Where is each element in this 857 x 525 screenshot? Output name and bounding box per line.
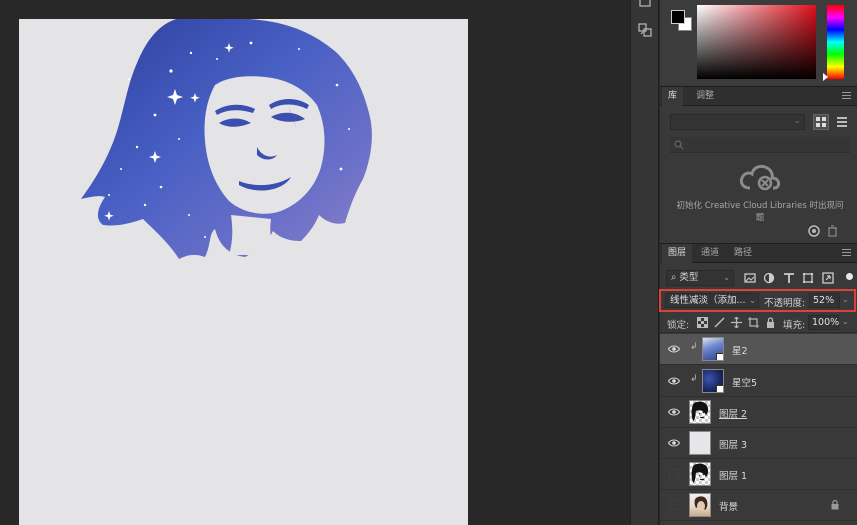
foreground-color-swatch[interactable] <box>671 10 685 24</box>
color-panel <box>660 0 857 84</box>
layer-row[interactable]: 图层 3 <box>660 428 857 459</box>
layer-thumbnail <box>689 431 711 455</box>
opacity-input[interactable]: 52% <box>809 293 840 308</box>
smart-object-badge-icon <box>716 353 723 360</box>
layer-thumbnail <box>689 493 711 517</box>
visibility-eye-icon[interactable] <box>668 438 680 448</box>
tab-layers[interactable]: 图层 <box>662 244 693 263</box>
layer-name: 背景 <box>719 502 739 513</box>
tab-libraries[interactable]: 库 <box>662 87 684 106</box>
lock-artboard-icon[interactable] <box>748 317 759 328</box>
layer-name: 图层 2 <box>719 409 748 420</box>
lock-fill-row: 锁定: 填充: 100% ⌄ <box>660 313 857 333</box>
visibility-eye-icon[interactable] <box>668 376 680 386</box>
blend-mode-select[interactable]: 线性减淡（添加... ⌄ <box>665 293 759 308</box>
fill-slider-toggle[interactable]: ⌄ <box>842 315 849 329</box>
smart-object-badge-icon <box>716 385 723 392</box>
list-view-icon[interactable] <box>834 114 850 130</box>
creative-cloud-icon <box>739 164 781 191</box>
properties-panel-icon[interactable] <box>635 20 655 40</box>
visibility-toggle-off[interactable] <box>669 469 679 479</box>
layer-row[interactable]: 背景 <box>660 490 857 521</box>
library-error-message: 初始化 Creative Cloud Libraries 时出现问题 <box>676 201 844 223</box>
opacity-slider-toggle[interactable]: ⌄ <box>842 293 852 308</box>
adjustment-layer-filter-icon[interactable] <box>763 272 775 284</box>
search-icon: ⌕ <box>671 272 677 283</box>
clipping-mask-arrow-icon: ↲ <box>690 374 698 384</box>
trash-icon[interactable] <box>827 225 838 237</box>
collapsed-panel-strip <box>630 0 659 525</box>
tab-paths[interactable]: 路径 <box>728 244 758 263</box>
layer-thumbnail <box>702 369 724 393</box>
lock-position-icon[interactable] <box>731 317 742 328</box>
blend-opacity-row: 线性减淡（添加... ⌄ 不透明度: 52% ⌄ <box>659 289 856 312</box>
library-select[interactable]: ⌄ <box>670 114 805 130</box>
search-icon <box>674 140 684 150</box>
panel-menu-icon[interactable] <box>842 92 851 100</box>
layer-row[interactable]: ↲ 星空5 <box>660 366 857 397</box>
layer-thumbnail <box>702 337 724 361</box>
tab-channels[interactable]: 通道 <box>695 244 725 263</box>
lock-all-icon[interactable] <box>765 317 776 328</box>
visibility-toggle-off[interactable] <box>669 500 679 510</box>
cc-sync-icon[interactable] <box>807 224 821 238</box>
shape-layer-filter-icon[interactable] <box>802 272 814 284</box>
type-layer-filter-icon[interactable] <box>783 272 795 284</box>
layer-row[interactable]: 图层 2 <box>660 397 857 428</box>
neck-highlight <box>229 215 277 255</box>
layer-name: 星空5 <box>732 378 758 389</box>
layer-row[interactable]: 图层 1 <box>660 459 857 490</box>
panel-menu-icon[interactable] <box>842 249 851 257</box>
fill-input[interactable]: 100% <box>808 315 839 330</box>
document-canvas[interactable] <box>19 19 468 525</box>
layer-locked-icon <box>831 500 839 510</box>
library-panel-tabbar: 库 调整 <box>660 86 857 106</box>
hue-slider-marker[interactable] <box>823 73 828 81</box>
library-search-input[interactable] <box>670 137 850 153</box>
panel-dock: 库 调整 ⌄ 初始化 Creative Cloud Libraries 时出现问… <box>659 0 857 525</box>
lock-image-pixels-icon[interactable] <box>714 317 725 328</box>
layer-name: 图层 3 <box>719 440 748 451</box>
galaxy-portrait-image <box>81 19 372 259</box>
visibility-eye-icon[interactable] <box>668 407 680 417</box>
lock-label: 锁定: <box>667 320 690 331</box>
library-footer <box>807 224 847 238</box>
blend-mode-value: 线性减淡（添加... <box>670 295 746 306</box>
layer-filter-bar: ⌕ 类型 ⌄ <box>660 266 857 290</box>
layer-name: 星2 <box>732 346 748 357</box>
fill-label: 填充: <box>783 320 806 331</box>
tab-adjustments[interactable]: 调整 <box>690 87 720 106</box>
layer-kind-filter[interactable]: ⌕ 类型 ⌄ <box>666 270 734 286</box>
layer-row[interactable]: ↲ 星2 <box>660 334 857 365</box>
layers-panel-tabbar: 图层 通道 路径 <box>660 243 857 263</box>
opacity-label: 不透明度: <box>764 298 806 309</box>
smart-object-filter-icon[interactable] <box>822 272 834 284</box>
layer-thumbnail <box>689 400 711 424</box>
grid-view-icon[interactable] <box>813 114 829 130</box>
layer-thumbnail <box>689 462 711 486</box>
hue-slider[interactable] <box>827 5 844 79</box>
lock-transparent-pixels-icon[interactable] <box>697 317 708 328</box>
clipping-mask-arrow-icon: ↲ <box>690 342 698 352</box>
kind-filter-label: 类型 <box>679 272 699 283</box>
history-panel-icon[interactable] <box>635 0 655 14</box>
canvas-workspace[interactable] <box>0 0 630 525</box>
layer-name: 图层 1 <box>719 471 748 482</box>
filter-toggle[interactable] <box>846 273 853 280</box>
pixel-layer-filter-icon[interactable] <box>744 272 756 284</box>
visibility-eye-icon[interactable] <box>668 344 680 354</box>
color-picker-field[interactable] <box>697 5 816 79</box>
